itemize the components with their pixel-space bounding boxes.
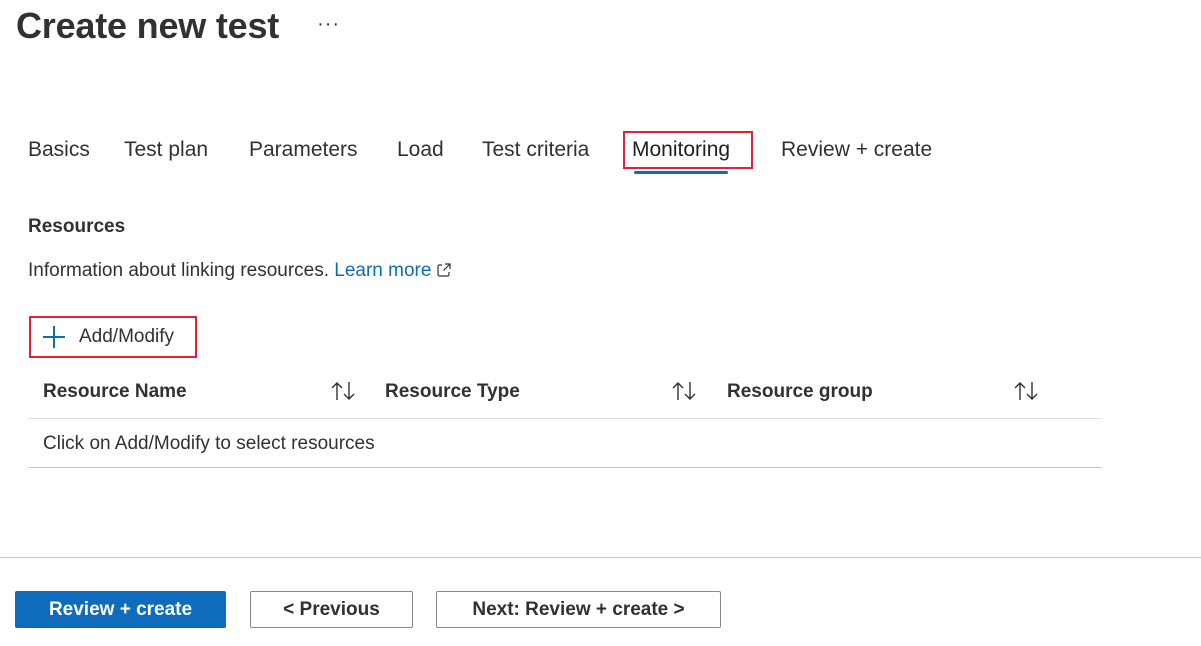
more-options-icon[interactable]: ··· [317, 14, 340, 34]
grid-empty-message: Click on Add/Modify to select resources [43, 433, 375, 454]
resources-info-text: Information about linking resources. [28, 260, 329, 281]
sort-resource-group-icon[interactable] [1013, 380, 1039, 402]
tab-test-plan[interactable]: Test plan [124, 128, 208, 172]
add-modify-label: Add/Modify [79, 326, 175, 347]
plus-icon [43, 326, 65, 348]
grid-empty-row: Click on Add/Modify to select resources [28, 419, 1102, 468]
learn-more-label: Learn more [334, 260, 432, 281]
previous-button[interactable]: < Previous [250, 591, 413, 628]
resources-section-title: Resources [28, 216, 126, 237]
column-header-resource-group[interactable]: Resource group [727, 366, 873, 418]
tab-selected-indicator [634, 171, 729, 174]
column-header-resource-type[interactable]: Resource Type [385, 366, 520, 418]
header: Create new test ··· [16, 4, 340, 48]
grid-header-row: Resource Name Resource Type Resource gro… [28, 366, 1102, 419]
tab-test-criteria[interactable]: Test criteria [482, 128, 589, 172]
page-title: Create new test [16, 5, 280, 46]
tab-basics[interactable]: Basics [28, 128, 90, 172]
monitoring-tab-highlight [623, 131, 753, 169]
sort-resource-name-icon[interactable] [330, 380, 356, 402]
tab-parameters[interactable]: Parameters [249, 128, 358, 172]
external-link-icon [437, 263, 452, 277]
next-review-create-button[interactable]: Next: Review + create > [436, 591, 721, 628]
tab-review-create[interactable]: Review + create [781, 128, 932, 172]
learn-more-link[interactable]: Learn more [334, 260, 452, 281]
review-create-button[interactable]: Review + create [15, 591, 226, 628]
sort-resource-type-icon[interactable] [671, 380, 697, 402]
resources-info: Information about linking resources. Lea… [28, 260, 452, 282]
column-header-resource-name[interactable]: Resource Name [43, 366, 187, 418]
resources-grid: Resource Name Resource Type Resource gro… [28, 366, 1102, 468]
add-modify-button[interactable]: Add/Modify [29, 316, 197, 358]
tab-load[interactable]: Load [397, 128, 444, 172]
footer-divider [0, 557, 1201, 558]
